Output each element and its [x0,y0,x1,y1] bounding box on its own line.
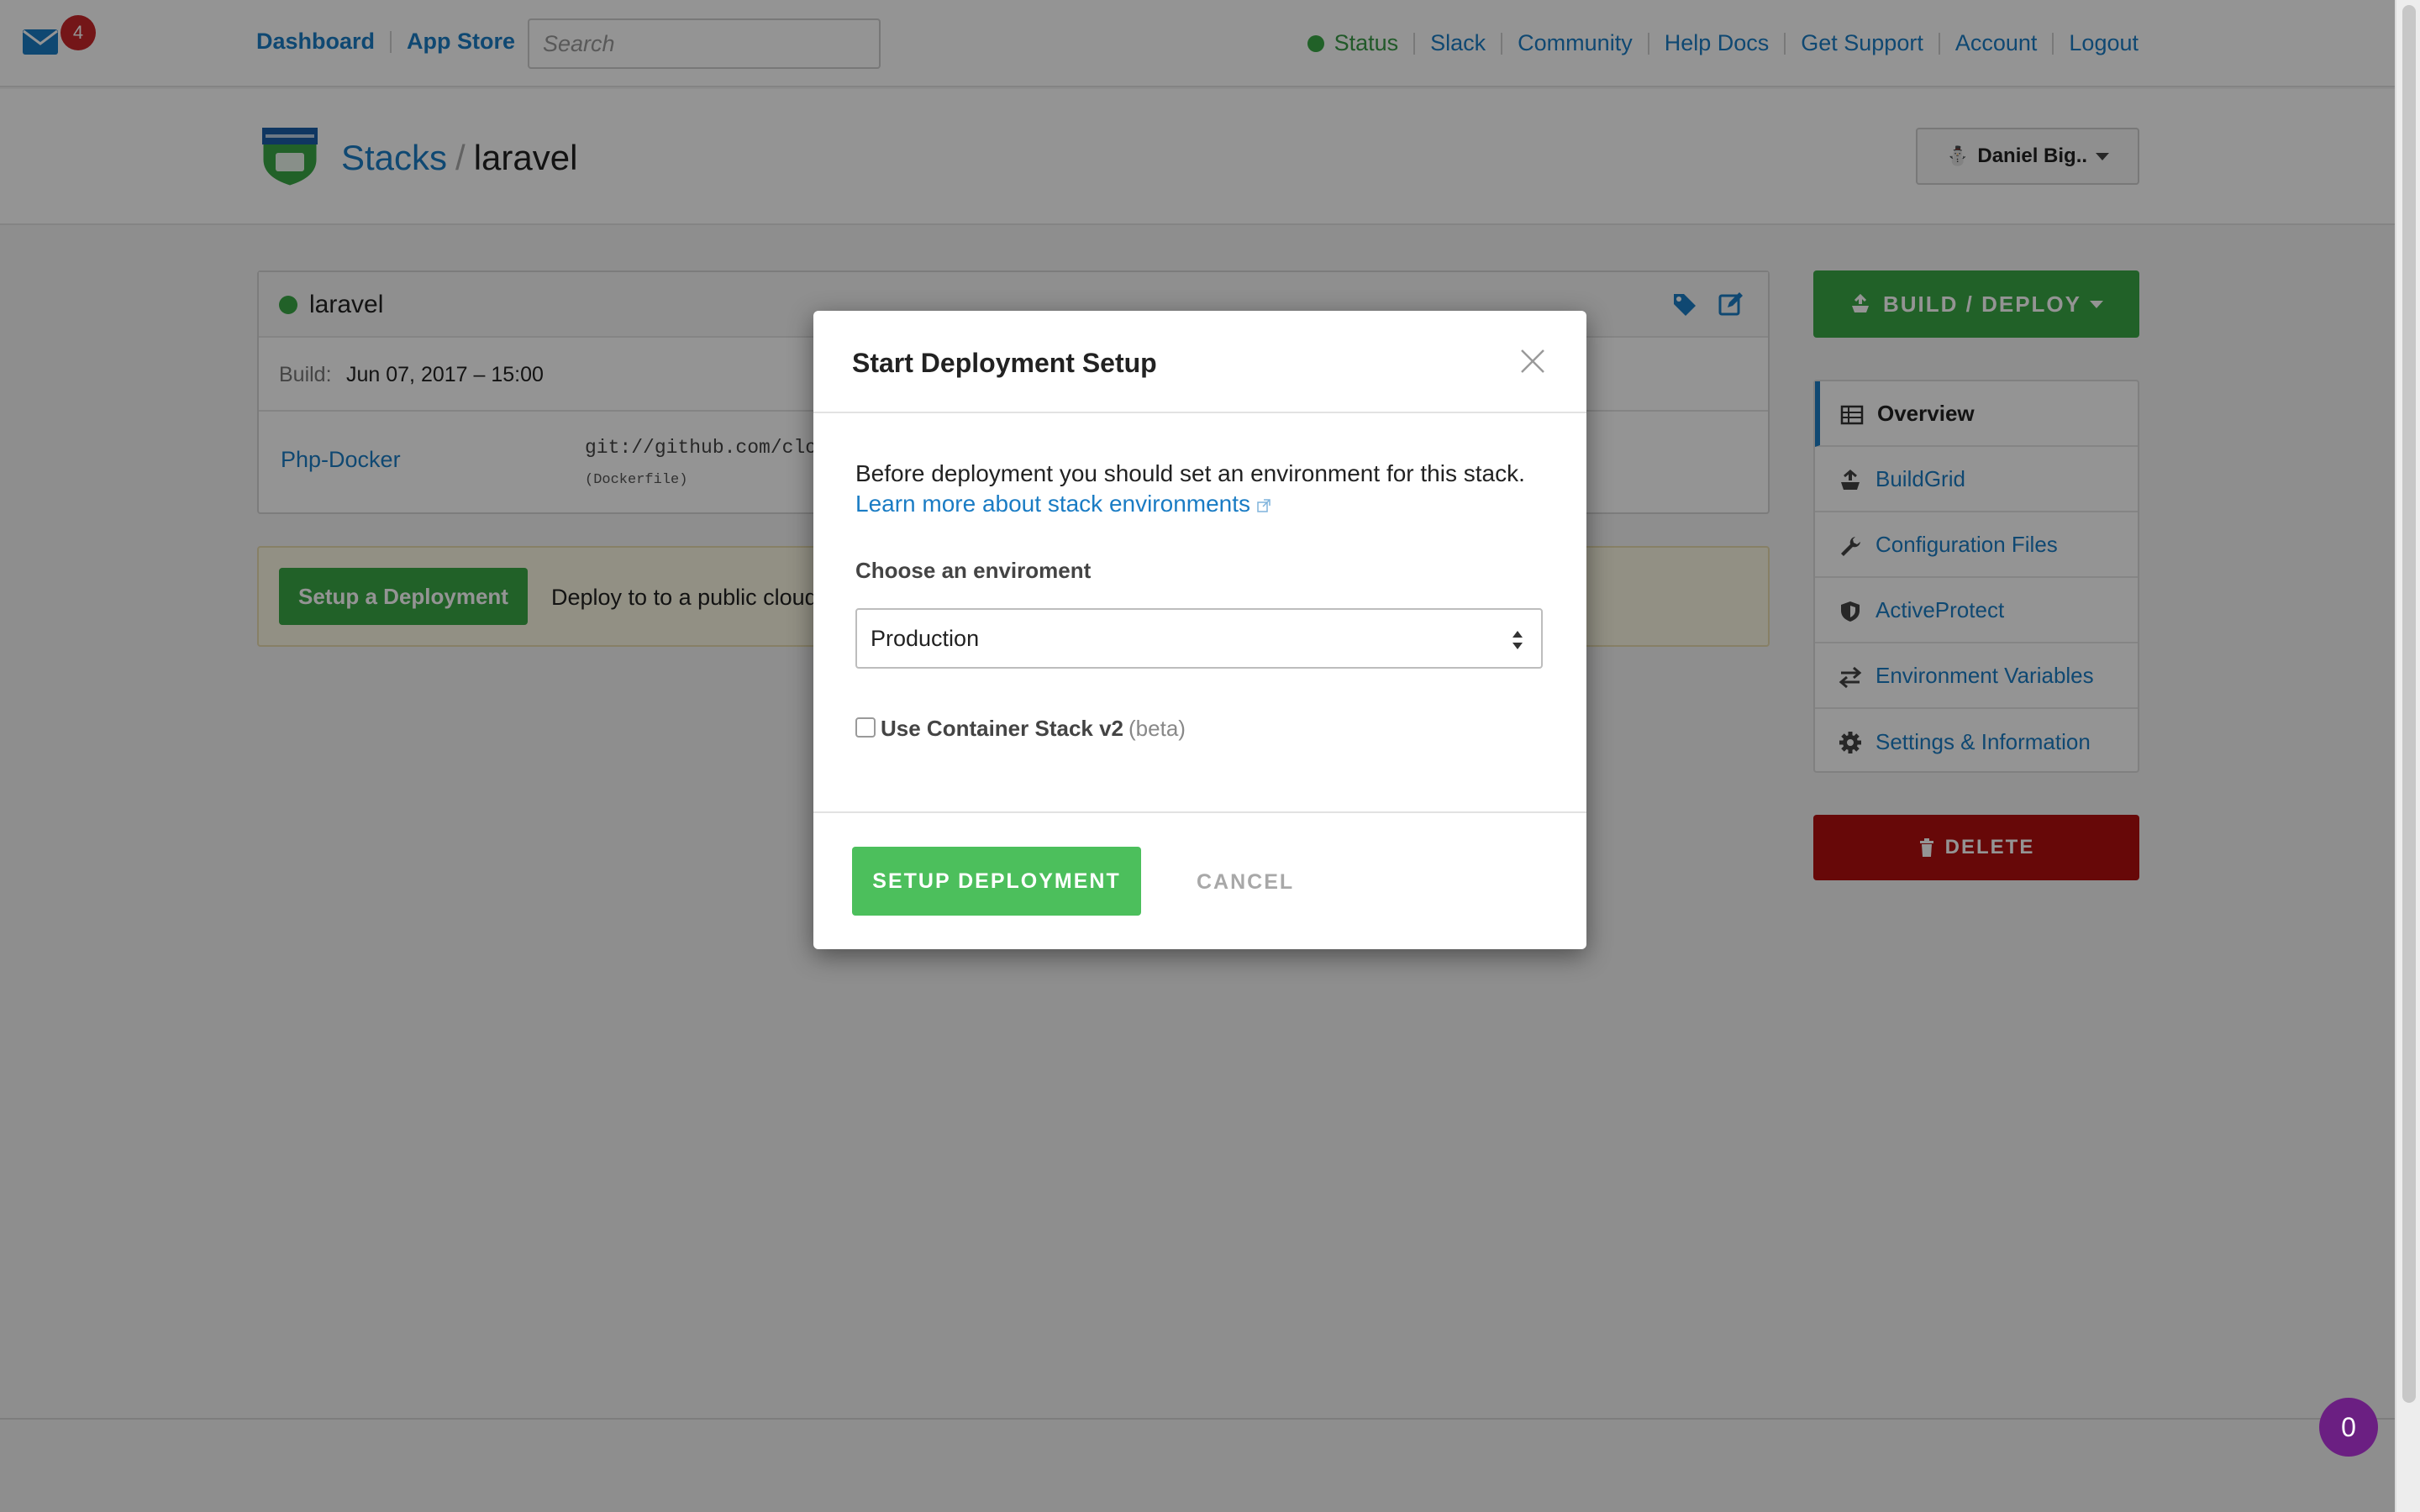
environment-select[interactable]: Production [855,608,1543,669]
learn-more-label: Learn more about stack environments [855,491,1251,517]
beta-badge: (beta) [1128,716,1186,741]
container-stack-v2-checkbox[interactable] [855,717,876,738]
select-arrows-icon [1512,631,1523,649]
cancel-button[interactable]: CANCEL [1197,870,1294,895]
setup-deployment-submit-button[interactable]: SETUP DEPLOYMENT [852,847,1141,916]
external-link-icon [1257,498,1270,512]
scrollbar-thumb[interactable] [2402,5,2416,1403]
modal-intro-text: Before deployment you should set an envi… [855,460,1525,486]
deployment-setup-modal: Start Deployment Setup Before deployment… [813,311,1586,949]
chat-bubble-button[interactable]: 0 [2319,1398,2378,1457]
learn-more-link[interactable]: Learn more about stack environments [855,491,1270,517]
checkbox-label-text: Use Container Stack v2 [881,716,1124,741]
modal-title: Start Deployment Setup [852,348,1157,378]
scrollbar[interactable] [2395,0,2420,1512]
container-stack-v2-label[interactable]: Use Container Stack v2 (beta) [881,716,1186,742]
modal-footer: SETUP DEPLOYMENT CANCEL [813,813,1586,948]
modal-header: Start Deployment Setup [813,311,1586,413]
modal-body: Before deployment you should set an envi… [813,413,1586,813]
environment-label: Choose an enviroment [855,558,1092,583]
close-icon[interactable] [1519,348,1546,375]
environment-select-value: Production [871,625,980,651]
